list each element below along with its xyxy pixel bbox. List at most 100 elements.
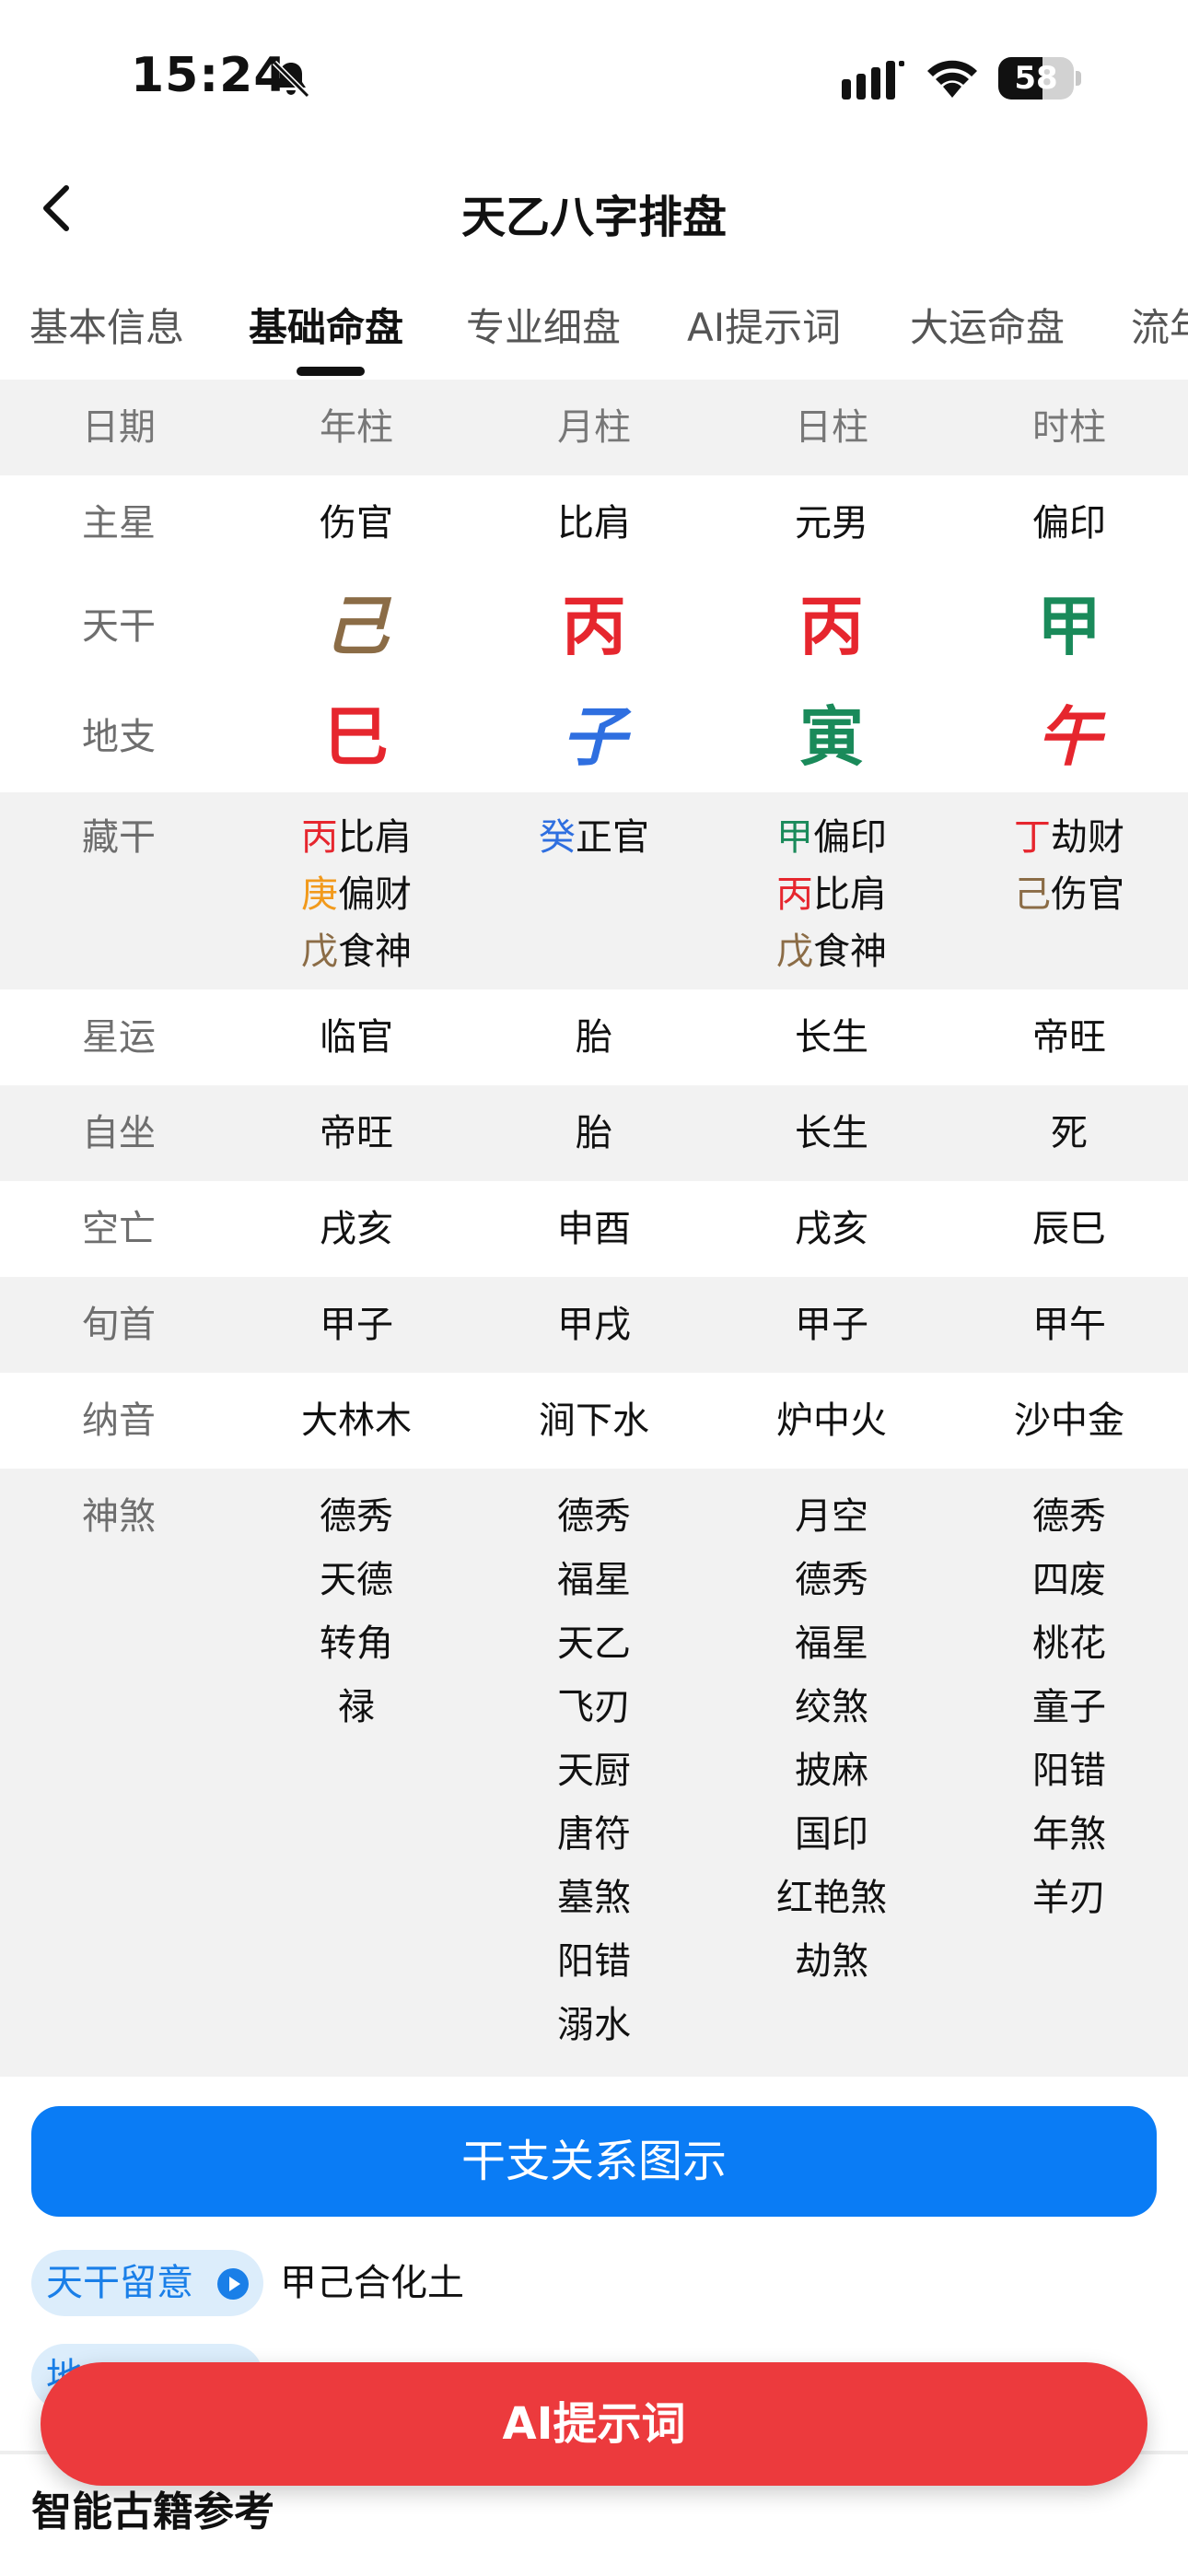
status-bar: 15:24 58	[0, 0, 1188, 157]
shensha-item: 德秀	[1032, 1495, 1106, 1538]
shensha-item: 阳错	[1032, 1750, 1106, 1792]
stem-branch-char: 午	[1037, 699, 1101, 775]
table-cell: 死	[1051, 1112, 1088, 1154]
play-icon	[217, 2268, 249, 2300]
tab-item[interactable]: AI提示词	[687, 297, 841, 353]
tab-bar: 基本信息 基础命盘 专业细盘 AI提示词 大运命盘 流年	[0, 276, 1188, 378]
tab-item[interactable]: 基础命盘	[249, 297, 403, 353]
table-cell: 比肩	[557, 502, 631, 544]
table-cell: 涧下水	[539, 1399, 649, 1442]
shensha-item: 溺水	[557, 2004, 631, 2046]
hidden-stem-line: 丁劫财	[950, 809, 1188, 866]
row-label: 空亡	[82, 1208, 156, 1250]
hidden-stem-line: 甲偏印	[713, 809, 950, 866]
stem-branch-char: 巳	[324, 699, 389, 775]
table-cell: 临官	[320, 1016, 393, 1059]
shensha-cell: 月空 德秀 福星 绞煞 披麻 国印 红艳煞 劫煞	[713, 1469, 950, 1994]
column-header: 日期	[82, 406, 156, 449]
shensha-cell: 德秀 天德 转角禄	[238, 1469, 475, 1739]
row-label: 地支	[82, 716, 156, 758]
shensha-item: 天德	[320, 1559, 393, 1601]
hidden-stem-god: 正官	[576, 816, 649, 859]
shensha-item: 天厨	[557, 1750, 631, 1792]
shensha-item: 德秀	[320, 1495, 393, 1538]
hidden-stem-line: 癸正官	[475, 809, 713, 866]
battery-indicator: 58	[998, 57, 1081, 100]
table-cell: 戌亥	[320, 1208, 393, 1250]
hidden-stem-line: 丙比肩	[713, 866, 950, 923]
table-cell: 偏印	[1032, 502, 1106, 544]
table-cell: 沙中金	[1014, 1399, 1124, 1442]
table-cell: 帝旺	[320, 1112, 393, 1154]
shensha-item: 披麻	[795, 1750, 868, 1792]
table-cell: 帝旺	[1032, 1016, 1106, 1059]
shensha-item: 四废	[1032, 1559, 1106, 1601]
row-label: 主星	[82, 502, 156, 544]
tab-item[interactable]: 专业细盘	[466, 297, 621, 353]
column-header: 日柱	[795, 406, 868, 449]
battery-body: 58	[998, 57, 1074, 100]
row-label: 旬首	[82, 1304, 156, 1346]
hidden-stem: 丁	[1014, 816, 1051, 859]
shensha-cell: 德秀 四废 桃花 童子 阳错 年煞 羊刃	[950, 1469, 1188, 1930]
row-label: 天干	[82, 605, 156, 648]
hidden-stems-cell: 癸正官	[475, 792, 713, 866]
shensha-item: 绞煞	[795, 1686, 868, 1728]
hidden-stem-god: 偏印	[813, 816, 887, 859]
hidden-stem-god: 比肩	[813, 873, 887, 916]
header-row: 日期 年柱 月柱 日柱 时柱	[0, 380, 1188, 475]
row-label: 星运	[82, 1016, 156, 1059]
table-cell: 甲子	[320, 1304, 393, 1346]
kongwang-row: 空亡 戌亥 申酉 戌亥 辰巳	[0, 1181, 1188, 1277]
hidden-stem: 庚	[301, 873, 338, 916]
tab-item[interactable]: 流年	[1131, 297, 1188, 353]
hidden-stem: 丙	[301, 816, 338, 859]
shensha-item: 童子	[1032, 1686, 1106, 1728]
hidden-stem-god: 伤官	[1051, 873, 1124, 916]
shensha-item: 羊刃	[1032, 1877, 1106, 1919]
row-label: 神煞	[0, 1469, 238, 1549]
table-cell: 胎	[576, 1016, 612, 1059]
row-label: 藏干	[0, 792, 238, 866]
row-label: 自坐	[82, 1112, 156, 1154]
hidden-stem-god: 食神	[338, 931, 412, 973]
row-label-text: 藏干	[82, 816, 156, 859]
hidden-stem: 戊	[776, 931, 813, 973]
table-cell: 辰巳	[1032, 1208, 1106, 1250]
stem-branch-char: 寅	[799, 699, 864, 775]
row-label-text: 神煞	[82, 1495, 156, 1538]
tiangan-row: 天干 己 丙 丙 甲	[0, 571, 1188, 682]
hidden-stems-cell: 丙比肩 庚偏财 戊食神	[238, 792, 475, 980]
table-cell: 大林木	[301, 1399, 412, 1442]
shensha-item: 天乙	[557, 1622, 631, 1665]
bazi-table: 日期 年柱 月柱 日柱 时柱 主星 伤官 比肩 元男 偏印 天干己丙丙甲地支巳子寅午藏干 丙比肩 庚偏财…	[0, 380, 1188, 2077]
shensha-item: 劫煞	[795, 1940, 868, 1983]
tab-item[interactable]: 大运命盘	[910, 297, 1065, 353]
stem-branch-char: 丙	[562, 589, 626, 664]
stem-branch-char: 己	[324, 589, 389, 664]
table-cell: 炉中火	[776, 1399, 887, 1442]
table-cell: 甲午	[1032, 1304, 1106, 1346]
table-cell: 戌亥	[795, 1208, 868, 1250]
column-header: 时柱	[1032, 406, 1106, 449]
battery-cap	[1076, 71, 1081, 86]
table-cell: 申酉	[557, 1208, 631, 1250]
stem-branch-char: 甲	[1037, 589, 1101, 664]
shensha-item: 禄	[338, 1686, 375, 1728]
shensha-item: 阳错	[557, 1940, 631, 1983]
hidden-stem: 戊	[301, 931, 338, 973]
tab-item[interactable]: 基本信息	[29, 297, 184, 353]
ganzhi-relation-button[interactable]: 干支关系图示	[31, 2106, 1157, 2217]
shensha-cell: 德秀 福星 天乙 飞刃 天厨 唐符 墓煞 阳错 溺水	[475, 1469, 713, 2057]
chip-label: 天干留意	[46, 2262, 193, 2304]
tiangan-notice-chip[interactable]: 天干留意	[31, 2250, 263, 2316]
ai-prompt-button[interactable]: AI提示词	[41, 2362, 1147, 2486]
nayin-row: 纳音 大林木 涧下水 炉中火 沙中金	[0, 1373, 1188, 1469]
shensha-item: 唐符	[557, 1813, 631, 1856]
hidden-stem-line: 己伤官	[950, 866, 1188, 923]
wifi-icon	[927, 60, 977, 98]
hidden-stem-god: 食神	[813, 931, 887, 973]
dizhi-row: 地支 巳 子 寅 午	[0, 682, 1188, 792]
row-label: 纳音	[82, 1399, 156, 1442]
shensha-item: 红艳煞	[776, 1877, 887, 1919]
